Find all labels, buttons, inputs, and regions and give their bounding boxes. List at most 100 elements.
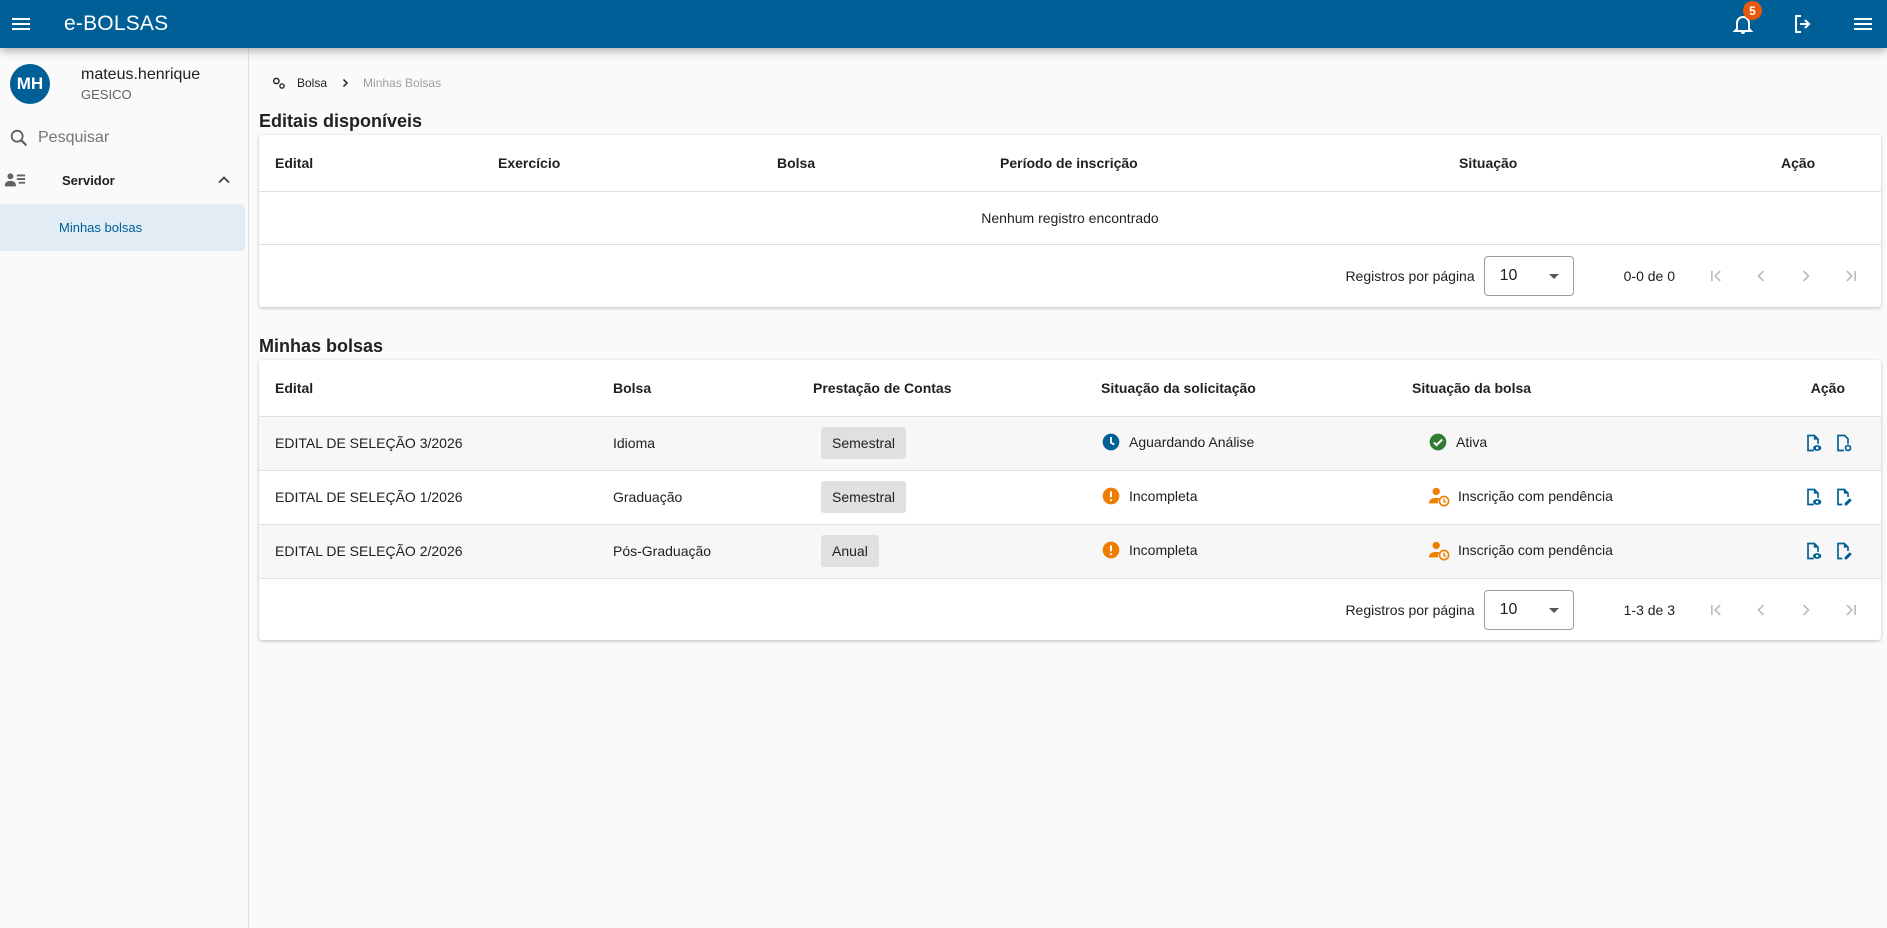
editais-table: Edital Exercício Bolsa Período de inscri…	[259, 135, 1881, 245]
settings-document-button[interactable]	[1833, 433, 1853, 453]
solicitacao-status-text: Incompleta	[1129, 541, 1198, 558]
page-size-value: 10	[1499, 266, 1518, 284]
edit-document-button[interactable]	[1833, 541, 1853, 561]
search-input[interactable]	[38, 129, 238, 147]
last-page-icon	[1845, 603, 1856, 616]
page-size-select[interactable]: 10	[1483, 589, 1574, 630]
previous-page-button[interactable]	[1738, 590, 1783, 630]
last-page-button[interactable]	[1828, 590, 1873, 630]
column-header-periodo[interactable]: Período de inscrição	[984, 135, 1443, 192]
column-header-situacao-bolsa[interactable]: Situação da bolsa	[1396, 360, 1725, 417]
bolsa-status-text: Inscrição com pendência	[1458, 487, 1613, 504]
view-document-button[interactable]	[1803, 433, 1823, 453]
column-header-situacao-solicitacao[interactable]: Situação da solicitação	[1085, 360, 1396, 417]
sidebar-item-minhas-bolsas[interactable]: Minhas bolsas	[0, 204, 245, 251]
empty-message: Nenhum registro encontrado	[259, 191, 1881, 245]
editais-table-card: Edital Exercício Bolsa Período de inscri…	[259, 135, 1881, 307]
column-header-exercicio[interactable]: Exercício	[482, 135, 761, 192]
view-document-button[interactable]	[1803, 487, 1823, 507]
table-row: Nenhum registro encontrado	[259, 191, 1881, 245]
user-clock-icon	[1428, 541, 1450, 560]
table-row: EDITAL DE SELEÇÃO 3/2026 Idioma Semestra…	[259, 416, 1881, 471]
options-menu-button[interactable]	[1839, 0, 1887, 48]
cell-edital: EDITAL DE SELEÇÃO 1/2026	[259, 470, 597, 525]
file-gear-icon	[1837, 434, 1852, 452]
logout-button[interactable]	[1779, 0, 1827, 48]
breadcrumb-root-link[interactable]: Bolsa	[297, 76, 327, 90]
table-header-row: Edital Exercício Bolsa Período de inscri…	[259, 135, 1881, 192]
caret-down-icon	[1548, 273, 1559, 279]
previous-page-button[interactable]	[1738, 256, 1783, 296]
chevron-left-icon	[1756, 269, 1764, 282]
page-range-label: 0-0 de 0	[1623, 267, 1675, 284]
user-clock-icon	[1428, 487, 1450, 506]
first-page-icon	[1710, 603, 1721, 616]
column-header-situacao[interactable]: Situação	[1443, 135, 1765, 192]
solicitacao-status-text: Incompleta	[1129, 487, 1198, 504]
cell-bolsa: Idioma	[597, 416, 797, 471]
page-size-select[interactable]: 10	[1483, 255, 1574, 296]
user-name: mateus.henrique	[81, 66, 201, 83]
logout-icon	[1795, 15, 1811, 33]
app-title: e-BOLSAS	[64, 12, 169, 35]
hamburger-menu-button[interactable]	[0, 3, 42, 45]
cell-edital: EDITAL DE SELEÇÃO 3/2026	[259, 416, 597, 471]
main-content: Bolsa Minhas Bolsas Editais disponíveis …	[259, 48, 1881, 640]
table-row: EDITAL DE SELEÇÃO 1/2026 Graduação Semes…	[259, 470, 1881, 525]
file-edit-icon	[1837, 542, 1852, 560]
sidebar-group-servidor[interactable]: Servidor	[0, 156, 248, 204]
next-page-button[interactable]	[1783, 590, 1828, 630]
minhas-bolsas-paginator: Registros por página 10 1-3 de 3	[259, 579, 1881, 641]
column-header-prestacao[interactable]: Prestação de Contas	[797, 360, 1085, 417]
prestacao-chip: Semestral	[821, 481, 907, 513]
first-page-button[interactable]	[1693, 590, 1738, 630]
gears-icon	[272, 77, 285, 89]
column-header-bolsa[interactable]: Bolsa	[597, 360, 797, 417]
top-app-bar: e-BOLSAS 5	[0, 0, 1887, 48]
column-header-edital[interactable]: Edital	[259, 360, 597, 417]
file-eye-icon	[1807, 542, 1822, 560]
column-header-bolsa[interactable]: Bolsa	[761, 135, 984, 192]
clock-pending-icon	[1102, 433, 1120, 450]
chevron-right-icon	[1802, 269, 1810, 282]
cell-bolsa: Pós-Graduação	[597, 524, 797, 579]
prestacao-chip: Semestral	[821, 427, 907, 459]
cell-edital: EDITAL DE SELEÇÃO 2/2026	[259, 524, 597, 579]
chevron-right-icon	[1802, 603, 1810, 616]
minhas-bolsas-table: Edital Bolsa Prestação de Contas Situaçã…	[259, 360, 1881, 579]
file-edit-icon	[1837, 488, 1852, 506]
first-page-icon	[1710, 269, 1721, 282]
breadcrumb: Bolsa Minhas Bolsas	[259, 65, 1881, 101]
sidebar-search	[0, 120, 248, 156]
page-size-value: 10	[1499, 600, 1518, 618]
file-eye-icon	[1807, 488, 1822, 506]
check-circle-icon	[1429, 433, 1447, 450]
table-header-row: Edital Bolsa Prestação de Contas Situaçã…	[259, 360, 1881, 417]
chevron-left-icon	[1756, 603, 1764, 616]
sidebar: MH mateus.henrique GESICO Servidor Minha…	[0, 48, 249, 928]
page-size-label: Registros por página	[1345, 601, 1475, 618]
edit-document-button[interactable]	[1833, 487, 1853, 507]
avatar: MH	[10, 64, 50, 104]
column-header-acao: Ação	[1725, 360, 1881, 417]
notification-count-badge: 5	[1743, 1, 1762, 20]
user-profile: MH mateus.henrique GESICO	[0, 48, 248, 120]
editais-paginator: Registros por página 10 0-0 de 0	[259, 245, 1881, 307]
cell-bolsa: Graduação	[597, 470, 797, 525]
search-icon	[10, 129, 28, 147]
notifications-button[interactable]: 5	[1719, 0, 1767, 48]
bolsa-status-text: Ativa	[1456, 433, 1488, 450]
alert-circle-icon	[1102, 541, 1120, 558]
chevron-right-icon	[339, 77, 351, 89]
column-header-edital[interactable]: Edital	[259, 135, 482, 192]
first-page-button[interactable]	[1693, 256, 1738, 296]
last-page-button[interactable]	[1828, 256, 1873, 296]
minhas-bolsas-table-card: Edital Bolsa Prestação de Contas Situaçã…	[259, 360, 1881, 640]
chevron-up-icon	[218, 176, 230, 184]
table-row: EDITAL DE SELEÇÃO 2/2026 Pós-Graduação A…	[259, 524, 1881, 579]
next-page-button[interactable]	[1783, 256, 1828, 296]
view-document-button[interactable]	[1803, 541, 1823, 561]
solicitacao-status-text: Aguardando Análise	[1129, 433, 1255, 450]
page-size-label: Registros por página	[1345, 267, 1475, 284]
breadcrumb-current: Minhas Bolsas	[363, 76, 442, 90]
